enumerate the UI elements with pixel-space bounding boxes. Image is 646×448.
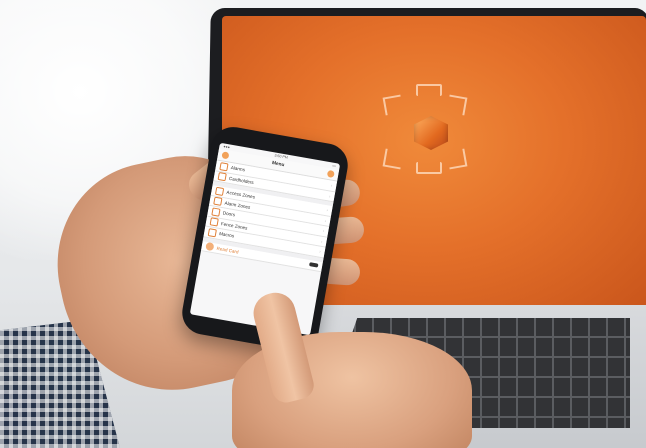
chevron-right-icon: › xyxy=(324,217,327,224)
bracket-top-center xyxy=(416,84,442,96)
cube-in-brackets-logo xyxy=(382,82,482,178)
user-icon xyxy=(219,161,229,172)
chevron-right-icon: › xyxy=(328,193,331,199)
signal-icon: ●●● xyxy=(223,144,231,150)
chevron-right-icon: › xyxy=(326,207,329,213)
chevron-right-icon: › xyxy=(318,248,322,255)
nav-title: Menu xyxy=(271,161,285,169)
chevron-right-icon: › xyxy=(322,228,325,234)
access-zones-icon xyxy=(214,186,225,196)
menu-item-label: Cardholders xyxy=(228,175,255,185)
bracket-bottom-left xyxy=(382,148,404,170)
bracket-bottom-right xyxy=(446,148,468,170)
read-card-icon xyxy=(205,242,215,252)
cube-icon xyxy=(414,116,448,150)
search-icon[interactable] xyxy=(326,169,335,178)
app-logo-icon[interactable] xyxy=(221,151,230,160)
bracket-top-right xyxy=(446,94,468,116)
chevron-right-icon: › xyxy=(320,238,323,244)
menu-item-label: Macros xyxy=(218,231,235,239)
bracket-top-left xyxy=(382,94,404,116)
menu-list: Alarms › Cardholders › Access Zones › Al… xyxy=(200,160,338,273)
photo-scene: ●●● 3:50 PM ▭ Menu Alarms › Cardholders … xyxy=(0,0,646,448)
chevron-right-icon: › xyxy=(330,182,333,189)
door-icon xyxy=(211,207,221,217)
macros-icon xyxy=(207,227,217,238)
menu-item-label: Doors xyxy=(222,210,236,218)
battery-icon: ▭ xyxy=(332,163,337,169)
cardholders-icon xyxy=(217,172,227,182)
alarm-zones-icon xyxy=(213,196,223,207)
menu-item-label: Read Card xyxy=(216,245,240,255)
fence-icon xyxy=(209,217,219,227)
bracket-bottom-center xyxy=(416,162,442,174)
read-card-toggle[interactable] xyxy=(308,262,319,268)
menu-item-label: Alarms xyxy=(230,165,246,173)
